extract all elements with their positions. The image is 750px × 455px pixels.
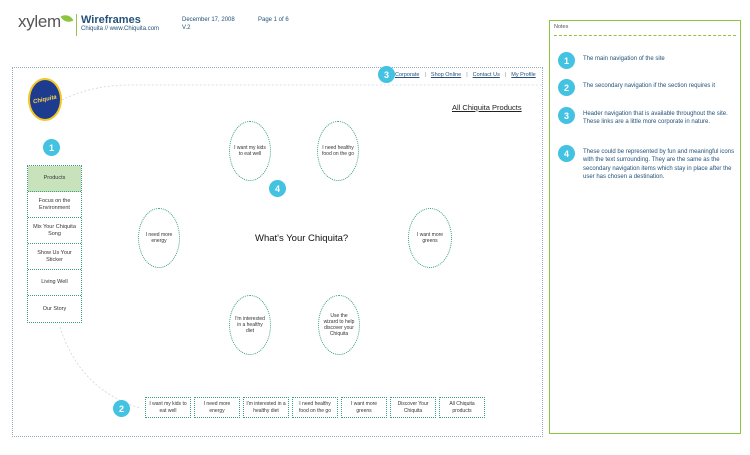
main-nav-environment[interactable]: Focus on the Environment bbox=[28, 192, 81, 218]
note-marker-3: 3 bbox=[558, 107, 575, 124]
note-item: 1 The main navigation of the site bbox=[558, 52, 738, 69]
bubble-energy[interactable]: I need more energy bbox=[138, 208, 180, 268]
secondary-nav-all-products[interactable]: All Chiquita products bbox=[439, 397, 485, 418]
note-item: 3 Header navigation that is available th… bbox=[558, 107, 738, 127]
secondary-nav: I want my kids to eat well I need more e… bbox=[145, 397, 485, 418]
annotation-marker-1: 1 bbox=[43, 139, 60, 156]
nav-my-profile-link[interactable]: My Profile bbox=[511, 72, 535, 78]
center-question: What's Your Chiquita? bbox=[255, 233, 349, 244]
chiquita-logo-text: Chiquita bbox=[32, 94, 58, 105]
nav-separator: | bbox=[424, 72, 426, 78]
annotation-marker-2: 2 bbox=[113, 400, 130, 417]
bubble-healthy-food[interactable]: I need healthy food on the go bbox=[317, 121, 359, 181]
notes-title: Notes bbox=[554, 24, 569, 30]
bubble-healthy-diet[interactable]: I'm interested in a healthy diet bbox=[229, 295, 271, 355]
note-item: 2 The secondary navigation if the sectio… bbox=[558, 79, 738, 96]
annotation-marker-4: 4 bbox=[269, 180, 286, 197]
all-products-link[interactable]: All Chiquita Products bbox=[452, 103, 522, 112]
bubble-kids[interactable]: I want my kids to eat well bbox=[229, 121, 271, 181]
chiquita-logo[interactable]: Chiquita bbox=[28, 78, 62, 121]
secondary-nav-healthy-food[interactable]: I need healthy food on the go bbox=[292, 397, 338, 418]
note-text-3: Header navigation that is available thro… bbox=[583, 111, 728, 126]
note-marker-4: 4 bbox=[558, 145, 575, 162]
nav-contact-us-link[interactable]: Contact Us bbox=[473, 72, 500, 78]
secondary-nav-kids[interactable]: I want my kids to eat well bbox=[145, 397, 191, 418]
note-text-4: These could be represented by fun and me… bbox=[583, 149, 735, 181]
bubble-greens[interactable]: I want more greens bbox=[408, 208, 452, 268]
note-marker-2: 2 bbox=[558, 79, 575, 96]
main-nav-products[interactable]: Products bbox=[28, 166, 81, 192]
nav-separator: | bbox=[466, 72, 468, 78]
note-item: 4 These could be represented by fun and … bbox=[558, 145, 738, 182]
secondary-nav-greens[interactable]: I want more greens bbox=[341, 397, 387, 418]
notes-divider bbox=[554, 35, 736, 36]
main-nav: Products Focus on the Environment Mix Yo… bbox=[27, 165, 82, 323]
note-marker-1: 1 bbox=[558, 52, 575, 69]
top-nav: Corporate | Shop Online | Contact Us | M… bbox=[395, 72, 536, 78]
main-nav-song[interactable]: Mix Your Chiquita Song bbox=[28, 218, 81, 244]
note-text-1: The main navigation of the site bbox=[583, 56, 665, 62]
annotation-marker-3: 3 bbox=[378, 66, 395, 83]
secondary-nav-healthy-diet[interactable]: I'm interested in a healthy diet bbox=[243, 397, 289, 418]
secondary-nav-discover[interactable]: Discover Your Chiquita bbox=[390, 397, 436, 418]
main-nav-sticker[interactable]: Show Us Your Sticker bbox=[28, 244, 81, 270]
secondary-nav-energy[interactable]: I need more energy bbox=[194, 397, 240, 418]
bubble-wizard[interactable]: Use the wizard to help discover your Chi… bbox=[318, 295, 360, 355]
notes-panel: Notes 1 The main navigation of the site … bbox=[549, 20, 741, 434]
nav-separator: | bbox=[504, 72, 507, 78]
nav-shop-online-link[interactable]: Shop Online bbox=[431, 72, 461, 78]
main-nav-our-story[interactable]: Our Story bbox=[28, 296, 81, 322]
main-nav-living-well[interactable]: Living Well bbox=[28, 270, 81, 296]
nav-corporate-link[interactable]: Corporate bbox=[395, 72, 419, 78]
note-text-2: The secondary navigation if the section … bbox=[583, 83, 716, 89]
